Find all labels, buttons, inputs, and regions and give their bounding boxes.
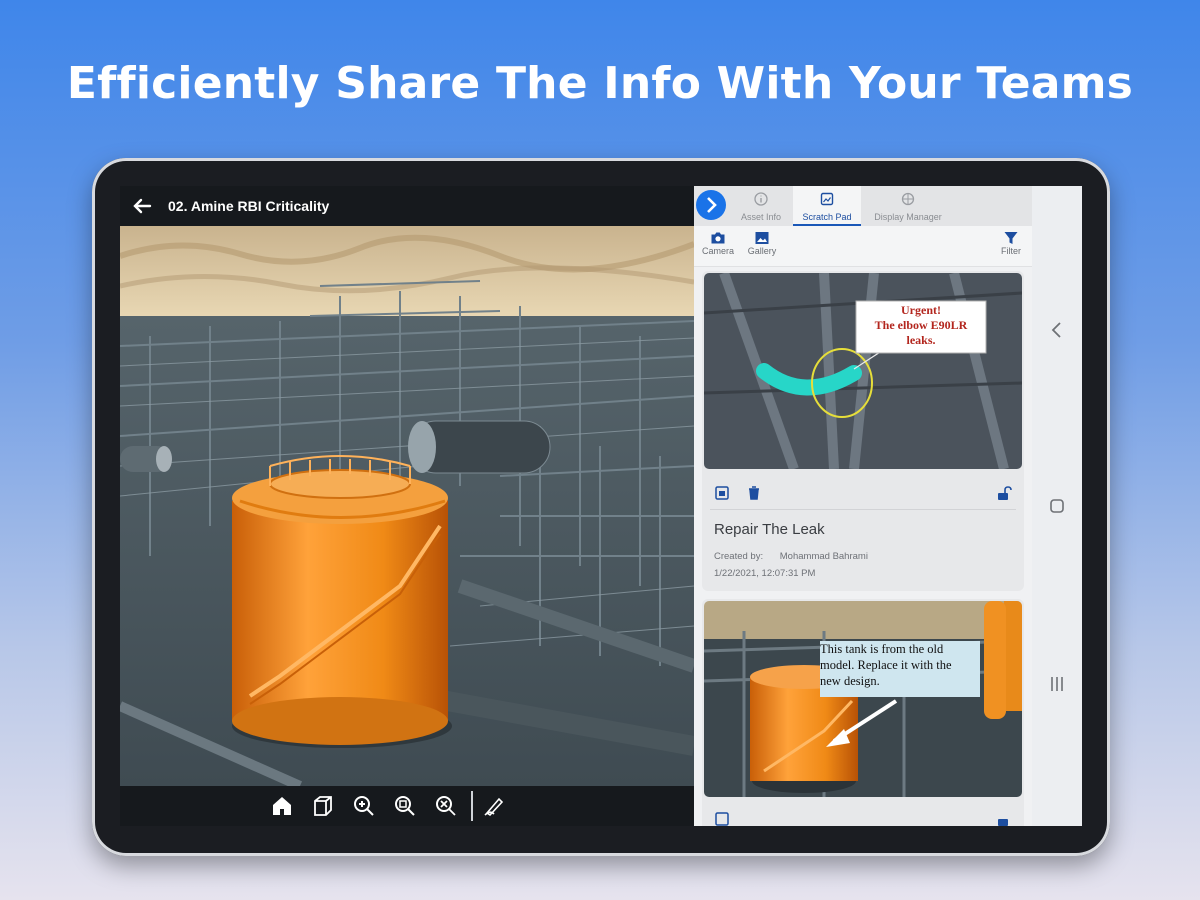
tab-scratch-pad[interactable]: Scratch Pad bbox=[793, 186, 861, 226]
zoom-extent-icon[interactable] bbox=[434, 794, 458, 818]
nav-recents-icon[interactable] bbox=[1047, 674, 1067, 694]
collapse-panel-button[interactable] bbox=[696, 190, 726, 220]
annotated-snapshot[interactable] bbox=[704, 601, 1022, 797]
zoom-fit-icon[interactable] bbox=[393, 794, 417, 818]
system-nav-bar bbox=[1032, 186, 1082, 826]
camera-icon bbox=[711, 232, 725, 244]
annotation-line: leaks. bbox=[906, 333, 936, 347]
filter-button[interactable]: Filter bbox=[996, 230, 1026, 256]
annotation-line: This tank is from the old bbox=[820, 642, 944, 656]
display-manager-icon bbox=[901, 192, 915, 206]
tab-display-manager[interactable]: Display Manager bbox=[862, 186, 954, 226]
unlock-icon[interactable] bbox=[996, 811, 1012, 826]
markup-pen-icon[interactable] bbox=[482, 794, 506, 818]
camera-button[interactable]: Camera bbox=[700, 230, 736, 256]
unlock-icon[interactable] bbox=[996, 485, 1012, 501]
scratch-pad-list: Urgent! The elbow E90LR leaks. Repair Th… bbox=[694, 267, 1032, 826]
gallery-label: Gallery bbox=[747, 246, 777, 256]
toolbar-separator bbox=[471, 791, 473, 821]
annotation-line: new design. bbox=[820, 674, 880, 688]
note-title: Repair The Leak bbox=[714, 521, 825, 538]
plant-3d-scene[interactable] bbox=[120, 226, 694, 786]
scratch-pad-actions: Camera Gallery Filter bbox=[694, 226, 1032, 267]
viewer-toolbar bbox=[120, 786, 694, 826]
camera-label: Camera bbox=[701, 246, 734, 256]
info-icon bbox=[754, 192, 768, 206]
filter-label: Filter bbox=[1001, 246, 1021, 256]
panel-tabs: Asset Info Scratch Pad Display Manager bbox=[694, 186, 1032, 226]
tab-label: Scratch Pad bbox=[802, 212, 852, 222]
3d-viewer[interactable]: 02. Amine RBI Criticality bbox=[120, 186, 694, 826]
side-panel: Asset Info Scratch Pad Display Manager C… bbox=[694, 186, 1032, 826]
filter-icon bbox=[1004, 232, 1018, 244]
annotation-line: The elbow E90LR bbox=[874, 318, 968, 332]
zoom-in-icon[interactable] bbox=[352, 794, 376, 818]
open-note-icon[interactable] bbox=[714, 485, 730, 501]
created-by-label: Created by: bbox=[714, 551, 764, 562]
nav-back-icon[interactable] bbox=[1047, 320, 1067, 340]
back-arrow-icon[interactable] bbox=[130, 194, 154, 218]
tab-label: Display Manager bbox=[874, 212, 942, 222]
open-note-icon[interactable] bbox=[714, 811, 730, 826]
viewer-header: 02. Amine RBI Criticality bbox=[120, 186, 694, 226]
annotation-line: Urgent! bbox=[901, 303, 941, 317]
gallery-button[interactable]: Gallery bbox=[744, 230, 780, 256]
scratch-pad-card[interactable]: This tank is from the old model. Replace… bbox=[702, 599, 1024, 826]
app-screen: 02. Amine RBI Criticality Asset Info Scr… bbox=[120, 186, 1082, 826]
annotation-text: Urgent! The elbow E90LR leaks. bbox=[858, 303, 984, 348]
model-title: 02. Amine RBI Criticality bbox=[168, 198, 330, 214]
scratch-pad-icon bbox=[820, 192, 834, 206]
tab-label: Asset Info bbox=[740, 212, 782, 222]
note-timestamp: 1/22/2021, 12:07:31 PM bbox=[714, 568, 816, 579]
annotation-text: This tank is from the old model. Replace… bbox=[820, 641, 980, 689]
annotation-line: model. Replace it with the bbox=[820, 658, 952, 672]
headline: Efficiently Share The Info With Your Tea… bbox=[66, 58, 1134, 109]
cube-view-icon[interactable] bbox=[311, 794, 335, 818]
card-divider bbox=[710, 509, 1016, 510]
scratch-pad-card[interactable]: Urgent! The elbow E90LR leaks. Repair Th… bbox=[702, 271, 1024, 591]
chevron-right-icon bbox=[707, 197, 717, 213]
tab-asset-info[interactable]: Asset Info bbox=[730, 186, 792, 226]
nav-home-icon[interactable] bbox=[1047, 496, 1067, 516]
gallery-icon bbox=[755, 232, 769, 244]
created-by: Created by: Mohammad Bahrami bbox=[714, 551, 868, 562]
delete-icon[interactable] bbox=[746, 485, 762, 501]
author-name: Mohammad Bahrami bbox=[779, 551, 868, 562]
home-icon[interactable] bbox=[270, 794, 294, 818]
